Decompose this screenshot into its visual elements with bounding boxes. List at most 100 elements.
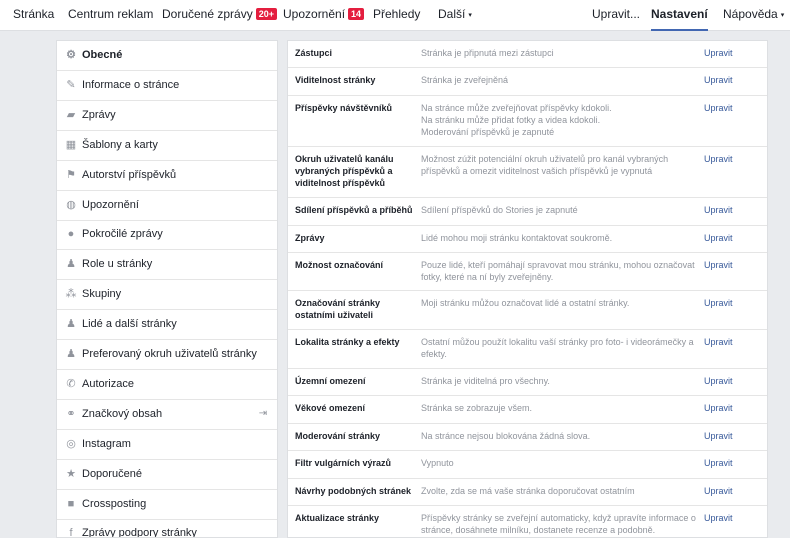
nav-tab-label: Další [438,7,466,21]
nav-tab-insights[interactable]: Přehledy [373,0,420,31]
sidebar-item-label: Upozornění [82,199,139,211]
sidebar-item-label: Role u stránky [82,258,153,270]
setting-value: Možnost zúžit potenciální okruh uživatel… [421,153,707,177]
setting-label: Filtr vulgárních výrazů [295,458,392,468]
setting-value-line: Stránka je zveřejněná [421,75,509,85]
nav-tab-label: Stránka [13,7,55,21]
settings-panel: Zástupci Stránka je připnutá mezi zástupc… [287,40,768,538]
edit-link[interactable]: Upravit [704,74,733,86]
sidebar-item[interactable]: ◍ Upozornění [57,191,277,221]
setting-value: Vypnuto [421,457,707,469]
sidebar-item[interactable]: ◎ Instagram [57,430,277,460]
setting-value: Pouze lidé, kteří pomáhají spravovat mou… [421,259,707,283]
edit-link[interactable]: Upravit [704,485,733,497]
edit-link[interactable]: Upravit [704,336,733,348]
sidebar-item[interactable]: ⁂ Skupiny [57,280,277,310]
chat-bubble-icon: ● [67,228,75,240]
settings-row: Viditelnost stránky Stránka je zveřejněná… [288,68,767,96]
sidebar-item[interactable]: ■ Crossposting [57,490,277,520]
messages-icon: ▰ [66,109,76,121]
setting-value-line: Vypnuto [421,458,454,468]
nav-tab-edit[interactable]: Upravit... [592,0,640,31]
setting-label: Moderování stránky [295,431,381,441]
nav-tab-inbox[interactable]: Doručené zprávy 20+ [162,0,277,31]
setting-value-line: Možnost zúžit potenciální okruh uživatel… [421,154,669,176]
edit-link[interactable]: Upravit [704,259,733,271]
edit-link[interactable]: Upravit [704,153,733,165]
setting-value: Stránka se zobrazuje všem. [421,402,707,414]
chevron-down-icon: ▾ [780,12,785,19]
setting-value-line: Moderování příspěvků je zapnuté [421,127,555,137]
notifications-count-badge: 14 [348,8,365,20]
edit-link[interactable]: Upravit [704,457,733,469]
edit-link[interactable]: Upravit [704,204,733,216]
sidebar-item-label: Zprávy podpory stránky [82,527,197,538]
setting-value: Na stránce může zveřejňovat příspěvky kd… [421,102,707,138]
sidebar-item[interactable]: ▦ Šablony a karty [57,131,277,161]
sidebar-item[interactable]: ♟ Lidé a další stránky [57,310,277,340]
setting-value-line: Lidé mohou moji stránku kontaktovat souk… [421,233,613,243]
settings-row: Návrhy podobných stránek Zvolte, zda se m… [288,479,767,506]
edit-link[interactable]: Upravit [704,375,733,387]
globe-icon: ◍ [66,199,76,211]
person-icon: ♟ [66,258,76,270]
edit-link[interactable]: Upravit [704,102,733,114]
setting-value: Příspěvky stránky se zveřejní automatick… [421,512,707,536]
sidebar-item[interactable]: ⚑ Autorství příspěvků [57,161,277,191]
setting-value-line: Ostatní můžou použít lokalitu vaší strán… [421,337,694,359]
edit-link[interactable]: Upravit [704,232,733,244]
setting-label: Návrhy podobných stránek [295,486,412,496]
sidebar-item[interactable]: ▰ Zprávy [57,101,277,131]
group-icon: ⁂ [65,288,77,300]
nav-tab-help[interactable]: Nápověda ▾ [723,0,784,31]
setting-value: Sdílení příspěvků do Stories je zapnuté [421,204,707,216]
edit-link[interactable]: Upravit [704,47,733,59]
sidebar-item-label: Zprávy [82,109,116,121]
sidebar-item[interactable]: ⚙ Obecné [57,41,277,71]
setting-value: Stránka je připnutá mezi zástupci [421,47,707,59]
sidebar-item[interactable]: ✆ Autorizace [57,370,277,400]
edit-link[interactable]: Upravit [704,430,733,442]
settings-sidebar: ⚙ Obecné ✎ Informace o stránce ▰ Zprávy ▦ Šablo… [56,40,278,538]
edit-link[interactable]: Upravit [704,297,733,309]
setting-value-line: Na stránce nejsou blokována žádná slova. [421,431,591,441]
sidebar-item[interactable]: ♟ Role u stránky [57,250,277,280]
setting-value-line: Moji stránku můžou označovat lidé a osta… [421,298,630,308]
nav-tab-label: Upozornění [283,7,346,21]
flag-icon: ⚑ [66,169,76,181]
setting-value: Moji stránku můžou označovat lidé a osta… [421,297,707,309]
sidebar-item-label: Autorizace [82,378,134,390]
nav-tab-label: Přehledy [373,7,421,21]
external-link-icon[interactable]: ⇥ [257,408,269,420]
sidebar-item[interactable]: ♟ Preferovaný okruh uživatelů stránky [57,340,277,370]
edit-link[interactable]: Upravit [704,512,733,524]
nav-tab-label: Doručené zprávy [162,7,253,21]
nav-tab-page[interactable]: Stránka [13,0,54,31]
nav-tab-label: Nápověda [723,7,778,21]
star-icon: ★ [66,468,76,480]
sidebar-item[interactable]: ⚭ Značkový obsah ⇥ [57,400,277,430]
setting-value: Lidé mohou moji stránku kontaktovat souk… [421,232,707,244]
grid-icon: ▦ [65,139,77,151]
nav-tab-settings[interactable]: Nastavení [651,0,708,31]
nav-tab-more[interactable]: Další ▾ [438,0,472,31]
handshake-icon: ⚭ [66,408,76,420]
sidebar-item[interactable]: ★ Doporučené [57,460,277,490]
setting-value-line: Na stránku může přidat fotky a videa kdo… [421,115,601,125]
inbox-count-badge: 20+ [255,8,277,20]
sidebar-item[interactable]: ● Pokročilé zprávy [57,220,277,250]
setting-label: Příspěvky návštěvníků [295,103,393,113]
pencil-icon: ✎ [66,79,76,91]
setting-label: Viditelnost stránky [295,75,376,85]
nav-tab-ad-center[interactable]: Centrum reklam [68,0,153,31]
sidebar-item-label: Informace o stránce [82,79,180,91]
setting-value-line: Příspěvky stránky se zveřejní automatick… [421,513,696,535]
setting-label: Okruh uživatelů kanálu vybraných příspěv… [295,154,394,188]
sidebar-item[interactable]: f Zprávy podpory stránky [57,519,277,538]
sidebar-item[interactable]: ✎ Informace o stránce [57,71,277,101]
settings-row: Sdílení příspěvků a příběhů Sdílení přísp… [288,198,767,226]
settings-row: Lokalita stránky a efekty Ostatní můžou p… [288,330,767,369]
setting-label: Věkové omezení [295,403,366,413]
edit-link[interactable]: Upravit [704,402,733,414]
nav-tab-notifications[interactable]: Upozornění 14 [283,0,365,31]
